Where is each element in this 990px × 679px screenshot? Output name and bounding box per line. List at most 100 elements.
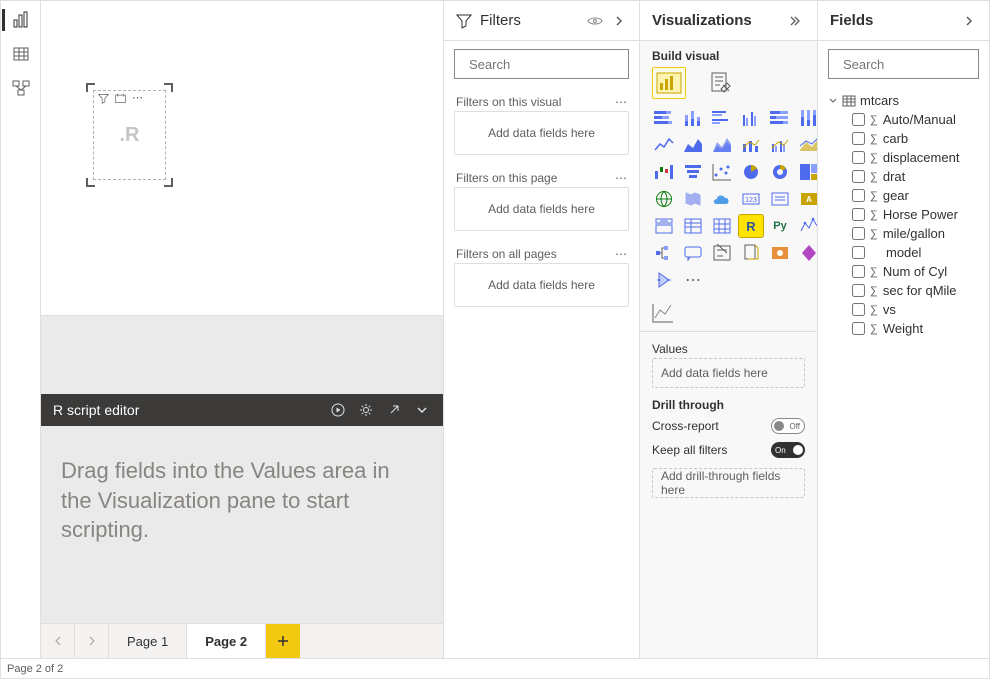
field-row[interactable]: ∑Auto/Manual bbox=[828, 110, 979, 129]
script-options-icon[interactable] bbox=[357, 401, 375, 419]
collapse-filters-icon[interactable] bbox=[611, 13, 627, 29]
filters-page-drop[interactable]: Add data fields here bbox=[454, 187, 629, 231]
build-visual-tab[interactable] bbox=[652, 67, 686, 99]
resize-handle-tl[interactable] bbox=[86, 83, 96, 93]
collapse-fields-icon[interactable] bbox=[961, 13, 977, 29]
section-more-icon[interactable]: ⋯ bbox=[615, 247, 627, 261]
viz-gauge[interactable]: 123 bbox=[739, 188, 763, 210]
viz-get-more[interactable] bbox=[652, 269, 676, 291]
field-row[interactable]: ∑drat bbox=[828, 167, 979, 186]
tab-next-button[interactable] bbox=[75, 624, 109, 658]
viz-donut[interactable] bbox=[768, 161, 792, 183]
more-options-icon[interactable]: ⋯ bbox=[132, 93, 143, 104]
section-more-icon[interactable]: ⋯ bbox=[615, 171, 627, 185]
section-more-icon[interactable]: ⋯ bbox=[615, 95, 627, 109]
fields-search[interactable] bbox=[828, 49, 979, 79]
viz-funnel[interactable] bbox=[681, 161, 705, 183]
viz-clustered-column[interactable] bbox=[739, 107, 763, 129]
viz-decomposition[interactable] bbox=[652, 242, 676, 264]
field-row[interactable]: ∑carb bbox=[828, 129, 979, 148]
viz-map[interactable] bbox=[652, 188, 676, 210]
tab-prev-button[interactable] bbox=[41, 624, 75, 658]
field-row[interactable]: ∑sec for qMile bbox=[828, 281, 979, 300]
viz-table[interactable] bbox=[710, 215, 734, 237]
format-visual-tab[interactable] bbox=[704, 67, 738, 99]
viz-python[interactable]: Py bbox=[768, 215, 792, 237]
viz-waterfall[interactable] bbox=[652, 161, 676, 183]
tab-page-2[interactable]: Page 2 bbox=[187, 624, 266, 658]
viz-clustered-bar[interactable] bbox=[710, 107, 734, 129]
field-row[interactable]: ∑displacement bbox=[828, 148, 979, 167]
show-hide-icon[interactable] bbox=[587, 13, 603, 29]
report-canvas[interactable]: ⋯ i Select or drag fields to populate th… bbox=[41, 1, 443, 316]
field-checkbox[interactable] bbox=[852, 265, 865, 278]
field-row[interactable]: ∑vs bbox=[828, 300, 979, 319]
viz-azure-map[interactable] bbox=[710, 188, 734, 210]
field-checkbox[interactable] bbox=[852, 303, 865, 316]
viz-qna[interactable] bbox=[681, 242, 705, 264]
viz-paginated[interactable] bbox=[739, 242, 763, 264]
field-checkbox[interactable] bbox=[852, 151, 865, 164]
viz-stacked-area[interactable] bbox=[710, 134, 734, 156]
viz-line[interactable] bbox=[652, 134, 676, 156]
filters-search[interactable] bbox=[454, 49, 629, 79]
viz-arcgis[interactable] bbox=[768, 242, 792, 264]
field-row[interactable]: ∑Horse Power bbox=[828, 205, 979, 224]
viz-card[interactable] bbox=[768, 188, 792, 210]
analytics-icon[interactable] bbox=[652, 303, 674, 323]
viz-100-stacked-bar[interactable] bbox=[768, 107, 792, 129]
filter-icon[interactable] bbox=[98, 93, 109, 104]
viz-r-script[interactable]: R bbox=[739, 215, 763, 237]
drill-through-dropzone[interactable]: Add drill-through fields here bbox=[652, 468, 805, 498]
field-checkbox[interactable] bbox=[852, 227, 865, 240]
field-checkbox[interactable] bbox=[852, 189, 865, 202]
field-row[interactable]: ∑Weight bbox=[828, 319, 979, 338]
viz-area[interactable] bbox=[681, 134, 705, 156]
viz-pie[interactable] bbox=[739, 161, 763, 183]
filters-search-input[interactable] bbox=[469, 57, 645, 72]
field-checkbox[interactable] bbox=[852, 284, 865, 297]
report-view-button[interactable] bbox=[2, 5, 40, 35]
field-checkbox[interactable] bbox=[852, 246, 865, 259]
viz-scatter[interactable] bbox=[710, 161, 734, 183]
viz-stacked-column[interactable] bbox=[681, 107, 705, 129]
fields-search-input[interactable] bbox=[843, 57, 990, 72]
data-view-button[interactable] bbox=[2, 39, 40, 69]
field-row[interactable]: ∑mile/gallon bbox=[828, 224, 979, 243]
collapse-editor-icon[interactable] bbox=[413, 401, 431, 419]
resize-handle-bl[interactable] bbox=[86, 177, 96, 187]
resize-handle-tr[interactable] bbox=[163, 83, 173, 93]
field-checkbox[interactable] bbox=[852, 170, 865, 183]
add-page-button[interactable] bbox=[266, 624, 300, 658]
fields-table-row[interactable]: mtcars bbox=[828, 91, 979, 110]
viz-line-clustered[interactable] bbox=[768, 134, 792, 156]
model-view-button[interactable] bbox=[2, 73, 40, 103]
focus-icon[interactable] bbox=[115, 93, 126, 104]
field-checkbox[interactable] bbox=[852, 208, 865, 221]
field-row[interactable]: model bbox=[828, 243, 979, 262]
resize-handle-br[interactable] bbox=[163, 177, 173, 187]
cross-report-toggle[interactable]: Off bbox=[771, 418, 805, 434]
run-script-icon[interactable] bbox=[329, 401, 347, 419]
field-row[interactable]: ∑gear bbox=[828, 186, 979, 205]
popout-icon[interactable] bbox=[385, 401, 403, 419]
tab-page-1[interactable]: Page 1 bbox=[109, 624, 187, 658]
field-checkbox[interactable] bbox=[852, 113, 865, 126]
field-checkbox[interactable] bbox=[852, 132, 865, 145]
viz-smart-narrative[interactable] bbox=[710, 242, 734, 264]
field-row[interactable]: ∑Num of Cyl bbox=[828, 262, 979, 281]
values-dropzone[interactable]: Add data fields here bbox=[652, 358, 805, 388]
viz-more-button[interactable]: ⋯ bbox=[681, 269, 705, 291]
viz-stacked-bar[interactable] bbox=[652, 107, 676, 129]
r-visual-placeholder[interactable]: ⋯ i Select or drag fields to populate th… bbox=[88, 85, 171, 185]
viz-kpi[interactable] bbox=[652, 215, 676, 237]
filters-visual-drop[interactable]: Add data fields here bbox=[454, 111, 629, 155]
viz-slicer[interactable] bbox=[681, 215, 705, 237]
r-script-editor-body[interactable]: Drag fields into the Values area in the … bbox=[41, 426, 443, 623]
filters-all-drop[interactable]: Add data fields here bbox=[454, 263, 629, 307]
expand-viz-icon[interactable] bbox=[789, 13, 805, 29]
viz-filled-map[interactable] bbox=[681, 188, 705, 210]
field-checkbox[interactable] bbox=[852, 322, 865, 335]
viz-line-stacked[interactable] bbox=[739, 134, 763, 156]
keep-filters-toggle[interactable]: On bbox=[771, 442, 805, 458]
